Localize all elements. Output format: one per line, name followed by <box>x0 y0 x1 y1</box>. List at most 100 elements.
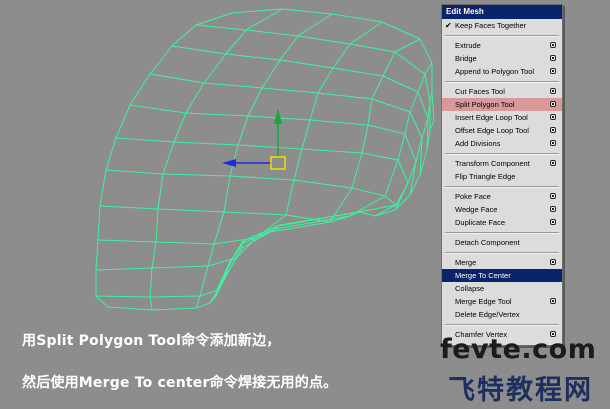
mesh-edge[interactable] <box>247 87 263 117</box>
menu-item-wedge-face[interactable]: Wedge Face <box>442 203 562 216</box>
mesh-edge[interactable] <box>129 73 151 106</box>
option-box-icon[interactable] <box>550 55 556 61</box>
mesh-edge[interactable] <box>281 8 333 15</box>
menu-title[interactable]: Edit Mesh <box>442 5 562 19</box>
mesh-edge[interactable] <box>99 205 159 210</box>
mesh-edge[interactable] <box>115 104 131 139</box>
mesh-edge[interactable] <box>241 228 276 245</box>
mesh-edge[interactable] <box>332 43 351 69</box>
mesh-edge[interactable] <box>97 239 157 243</box>
mesh-edge[interactable] <box>195 24 247 31</box>
mesh-edge[interactable] <box>225 29 247 55</box>
mesh-edge[interactable] <box>384 159 399 197</box>
option-box-icon[interactable] <box>550 114 556 120</box>
mesh-edge[interactable] <box>223 175 231 213</box>
menu-item-extrude[interactable]: Extrude <box>442 39 562 52</box>
mesh-edge[interactable] <box>155 241 215 245</box>
option-box-icon[interactable] <box>550 259 556 265</box>
mesh-edge[interactable] <box>419 38 433 64</box>
mesh-edge[interactable] <box>394 51 426 75</box>
mesh-edge[interactable] <box>431 91 435 121</box>
mesh-edge[interactable] <box>225 247 243 277</box>
mesh-edge[interactable] <box>404 111 411 135</box>
mesh-edge[interactable] <box>115 137 175 143</box>
mesh-edge[interactable] <box>215 275 227 297</box>
mesh-edge[interactable] <box>231 8 283 14</box>
menu-item-detach-component[interactable]: Detach Component <box>442 236 562 249</box>
mesh-edge[interactable] <box>107 306 153 311</box>
mesh-edge[interactable] <box>105 137 117 171</box>
mesh-edge[interactable] <box>225 53 281 61</box>
mesh-edge[interactable] <box>301 148 363 154</box>
mesh-edge[interactable] <box>359 211 376 217</box>
mesh-edge[interactable] <box>371 98 411 113</box>
mesh-edge[interactable] <box>207 243 215 267</box>
mesh-edge[interactable] <box>367 124 406 135</box>
mesh-edge[interactable] <box>349 21 383 45</box>
mesh-edge[interactable] <box>381 21 421 40</box>
menu-item-bridge[interactable]: Bridge <box>442 52 562 65</box>
mesh-edge[interactable] <box>269 221 331 233</box>
mesh-edge[interactable] <box>293 148 303 181</box>
mesh-edge[interactable] <box>409 111 423 139</box>
menu-item-delete-edge-vertex[interactable]: Delete Edge/Vertex <box>442 308 562 321</box>
mesh-edge[interactable] <box>261 87 319 94</box>
mesh-edge[interactable] <box>397 133 406 161</box>
option-box-icon[interactable] <box>550 193 556 199</box>
mesh-edge[interactable] <box>309 119 369 126</box>
move-manipulator-y-arrow-icon[interactable] <box>274 108 282 124</box>
mesh-edge[interactable] <box>223 211 287 216</box>
mesh-edge[interactable] <box>229 175 295 181</box>
mesh-edge[interactable] <box>351 152 363 189</box>
option-box-icon[interactable] <box>550 160 556 166</box>
mesh-edge[interactable] <box>237 115 249 146</box>
menu-item-merge-to-center[interactable]: Merge To Center <box>442 269 562 282</box>
menu-item-keep-faces-together[interactable]: ✔ Keep Faces Together <box>442 19 562 32</box>
menu-item-append-to-polygon-tool[interactable]: Append to Polygon Tool <box>442 65 562 78</box>
mesh-edge[interactable] <box>157 173 164 210</box>
mesh-edge[interactable] <box>231 239 246 261</box>
option-box-icon[interactable] <box>550 101 556 107</box>
mesh-edge[interactable] <box>245 8 283 31</box>
mesh-edge[interactable] <box>409 91 419 113</box>
menu-item-flip-triangle-edge[interactable]: Flip Triangle Edge <box>442 170 562 183</box>
mesh-edge[interactable] <box>195 295 201 309</box>
mesh-edge[interactable] <box>309 92 319 121</box>
menu-item-poke-face[interactable]: Poke Face <box>442 190 562 203</box>
option-box-icon[interactable] <box>550 127 556 133</box>
mesh-edge[interactable] <box>404 133 417 163</box>
mesh-edge[interactable] <box>155 208 159 243</box>
mesh-edge[interactable] <box>95 239 99 271</box>
mesh-edge[interactable] <box>297 13 333 37</box>
menu-item-add-divisions[interactable]: Add Divisions <box>442 137 562 150</box>
option-box-icon[interactable] <box>550 298 556 304</box>
mesh-edge[interactable] <box>367 98 373 126</box>
menu-item-split-polygon-tool[interactable]: Split Polygon Tool <box>442 98 562 111</box>
mesh-edge[interactable] <box>332 67 384 77</box>
mesh-edge[interactable] <box>274 215 351 230</box>
mesh-edge[interactable] <box>229 240 244 263</box>
menu-item-cut-faces-tool[interactable]: Cut Faces Tool <box>442 85 562 98</box>
mesh-edge[interactable] <box>149 73 205 84</box>
option-box-icon[interactable] <box>550 219 556 225</box>
mesh-edge[interactable] <box>279 35 299 61</box>
mesh-edge[interactable] <box>171 24 197 47</box>
mesh-edge[interactable] <box>105 169 164 175</box>
edit-mesh-menu[interactable]: Edit Mesh ✔ Keep Faces Together Extrude Bri… <box>441 4 563 346</box>
mesh-edge[interactable] <box>173 141 239 146</box>
mesh-edge[interactable] <box>285 179 295 216</box>
mesh-edge[interactable] <box>95 267 153 271</box>
mesh-edge[interactable] <box>171 45 227 55</box>
menu-item-duplicate-face[interactable]: Duplicate Face <box>442 216 562 229</box>
mesh-edge[interactable] <box>424 73 431 103</box>
mesh-edge[interactable] <box>149 267 153 298</box>
mesh-edge[interactable] <box>149 45 173 75</box>
mesh-edge[interactable] <box>203 53 227 84</box>
mesh-edge[interactable] <box>95 295 151 298</box>
mesh-edge[interactable] <box>361 152 399 161</box>
mesh-edge[interactable] <box>361 124 369 154</box>
mesh-edge[interactable] <box>237 144 303 150</box>
mesh-edge[interactable] <box>297 35 351 45</box>
mesh-edge[interactable] <box>195 12 233 26</box>
mesh-edge[interactable] <box>203 82 263 89</box>
